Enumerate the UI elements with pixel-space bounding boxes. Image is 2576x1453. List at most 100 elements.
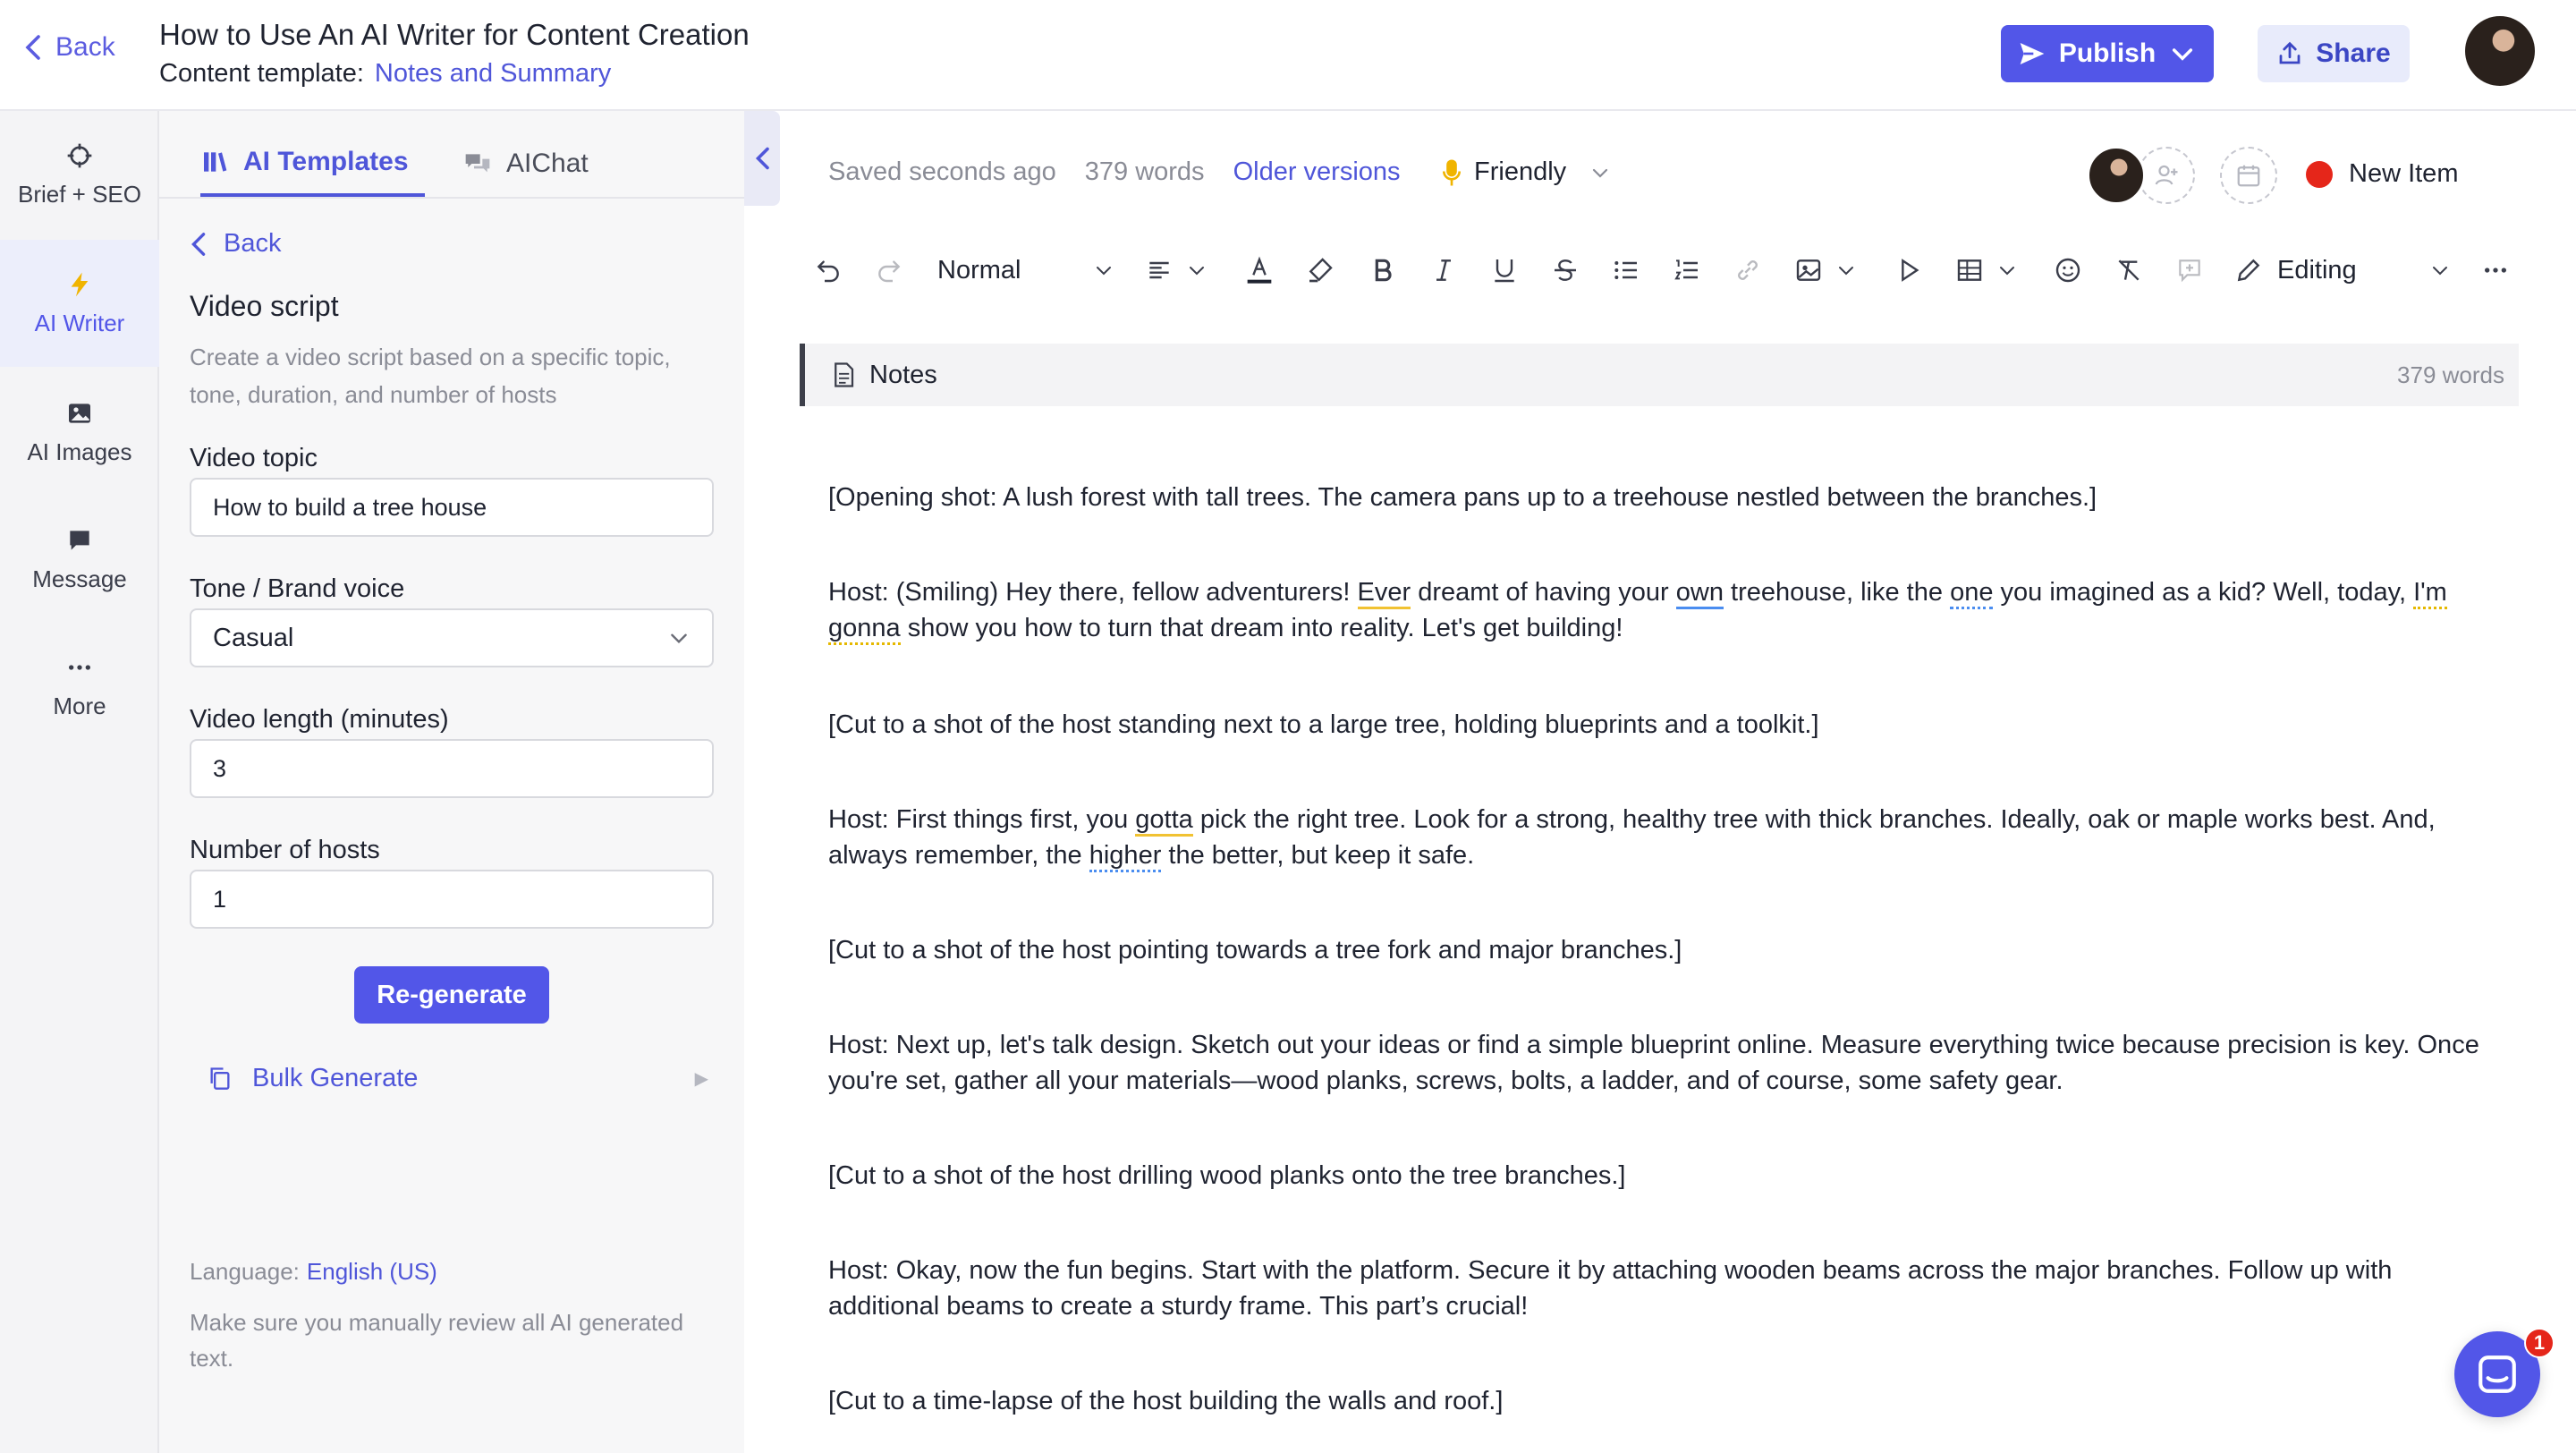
back-button[interactable]: Back [23,32,115,63]
tone-label: Friendly [1474,157,1567,186]
ai-templates-panel: AI Templates AIChat Back Video script Cr… [159,111,744,1453]
template-description: Create a video script based on a specifi… [190,344,671,408]
rail-label: More [53,692,106,719]
tone-selector[interactable]: Friendly [1442,157,1611,187]
notes-header[interactable]: Notes 379 words [800,344,2519,406]
library-icon [204,152,227,172]
message-icon [70,530,89,550]
style-suggestion[interactable]: one [1950,578,1994,609]
strikethrough-button[interactable] [1547,252,1583,288]
lightning-icon [71,272,89,296]
bold-button[interactable] [1365,252,1401,288]
more-icon [69,664,90,670]
chevron-down-icon [1593,168,1608,178]
underline-icon [1495,259,1514,283]
word-count: 379 words [1084,157,1205,186]
style-suggestion[interactable]: higher [1089,841,1162,872]
add-collaborator-button[interactable] [2138,147,2195,204]
rail-item-ai-images[interactable]: AI Images [0,369,159,496]
chevron-down-icon[interactable] [1093,259,1114,281]
status-selector[interactable]: New Item [2306,159,2458,189]
rail-item-ai-writer[interactable]: AI Writer [0,240,159,367]
older-versions-link[interactable]: Older versions [1233,157,1401,187]
spelling-suggestion[interactable]: gotta [1135,805,1193,837]
redo-button[interactable] [871,252,907,288]
rail-item-message[interactable]: Message [0,496,159,623]
image-icon [69,403,90,423]
paragraph: Host: Okay, now the fun begins. Start wi… [828,1256,2393,1321]
collaborator-avatar[interactable] [2088,147,2145,204]
chevron-down-icon[interactable] [1996,259,2018,281]
chevron-down-icon[interactable] [1186,259,1208,281]
editing-mode-select[interactable]: Editing [2277,256,2357,285]
publish-label: Publish [2058,38,2157,68]
publish-button[interactable]: Publish [2001,25,2214,82]
insert-image-button[interactable] [1791,252,1826,288]
editor-meta: Saved seconds ago 379 words Older versio… [828,157,1401,187]
document-title: How to Use An AI Writer for Content Crea… [159,18,750,51]
more-options-button[interactable] [2478,252,2513,288]
paragraph: [Cut to a shot of the host standing next… [828,710,1819,739]
text-color-button[interactable] [1241,252,1277,288]
video-topic-input[interactable]: How to build a tree house [190,478,714,537]
schedule-button[interactable] [2220,147,2277,204]
spelling-suggestion[interactable]: Ever [1357,578,1411,609]
rail-label: AI Images [27,438,132,465]
numbered-list-button[interactable] [1669,252,1705,288]
highlighter-icon [1309,258,1333,283]
template-title: Video script [190,290,339,322]
rail-label: Message [32,565,127,592]
insert-table-button[interactable] [1952,252,1987,288]
grammar-suggestion[interactable]: own [1675,578,1724,609]
regenerate-button[interactable]: Re-generate [354,966,549,1024]
play-icon [1902,259,1919,282]
panel-back-button[interactable]: Back [190,229,281,259]
rail-item-brief-seo[interactable]: Brief + SEO [0,111,159,238]
text-style-select[interactable]: Normal [937,256,1021,285]
left-rail: Brief + SEO AI Writer AI Images Message … [0,111,159,1453]
chevron-down-icon[interactable] [1835,259,1857,281]
chevron-left-icon [25,35,40,60]
collapse-panel-button[interactable] [744,111,780,206]
video-length-input[interactable]: 3 [190,739,714,798]
share-button[interactable]: Share [2258,25,2410,82]
tone-select[interactable]: Casual [190,608,714,667]
tab-ai-templates[interactable]: AI Templates [200,131,425,197]
redo-icon [878,260,901,283]
bulk-generate-button[interactable]: Bulk Generate ▶ [208,1056,708,1100]
top-header: Back How to Use An AI Writer for Content… [0,0,2576,111]
align-button[interactable] [1141,252,1177,288]
highlight-button[interactable] [1302,252,1338,288]
clear-format-button[interactable] [2111,252,2147,288]
tab-aichat[interactable]: AIChat [463,131,589,197]
chevron-down-icon[interactable] [2429,259,2451,281]
underline-button[interactable] [1487,252,1522,288]
text-color-icon [1247,256,1272,284]
undo-button[interactable] [810,252,846,288]
hosts-input[interactable]: 1 [190,870,714,929]
template-info: Content template: Notes and Summary [159,59,611,89]
more-icon [2485,268,2506,273]
bold-icon [1375,259,1392,282]
video-topic-label: Video topic [190,444,318,472]
crosshair-icon [67,143,92,167]
bullet-list-button[interactable] [1608,252,1644,288]
italic-button[interactable] [1426,252,1462,288]
status-label: New Item [2349,159,2459,188]
notes-word-count: 379 words [2397,361,2504,388]
hosts-label: Number of hosts [190,836,380,864]
language-link[interactable]: English (US) [307,1258,437,1285]
rail-item-more[interactable]: More [0,623,159,750]
tone-label: Tone / Brand voice [190,574,405,603]
editor-toolbar: Normal Editing [810,243,2510,297]
pencil-icon [2237,259,2260,282]
comment-button[interactable] [2172,252,2207,288]
chevron-left-icon [755,147,769,170]
strikethrough-icon [1555,259,1576,281]
emoji-button[interactable] [2050,252,2086,288]
editing-mode-icon-wrap[interactable] [2231,252,2267,288]
insert-video-button[interactable] [1891,252,1927,288]
user-avatar[interactable] [2465,16,2535,86]
link-button[interactable] [1730,252,1766,288]
template-link[interactable]: Notes and Summary [375,59,611,88]
